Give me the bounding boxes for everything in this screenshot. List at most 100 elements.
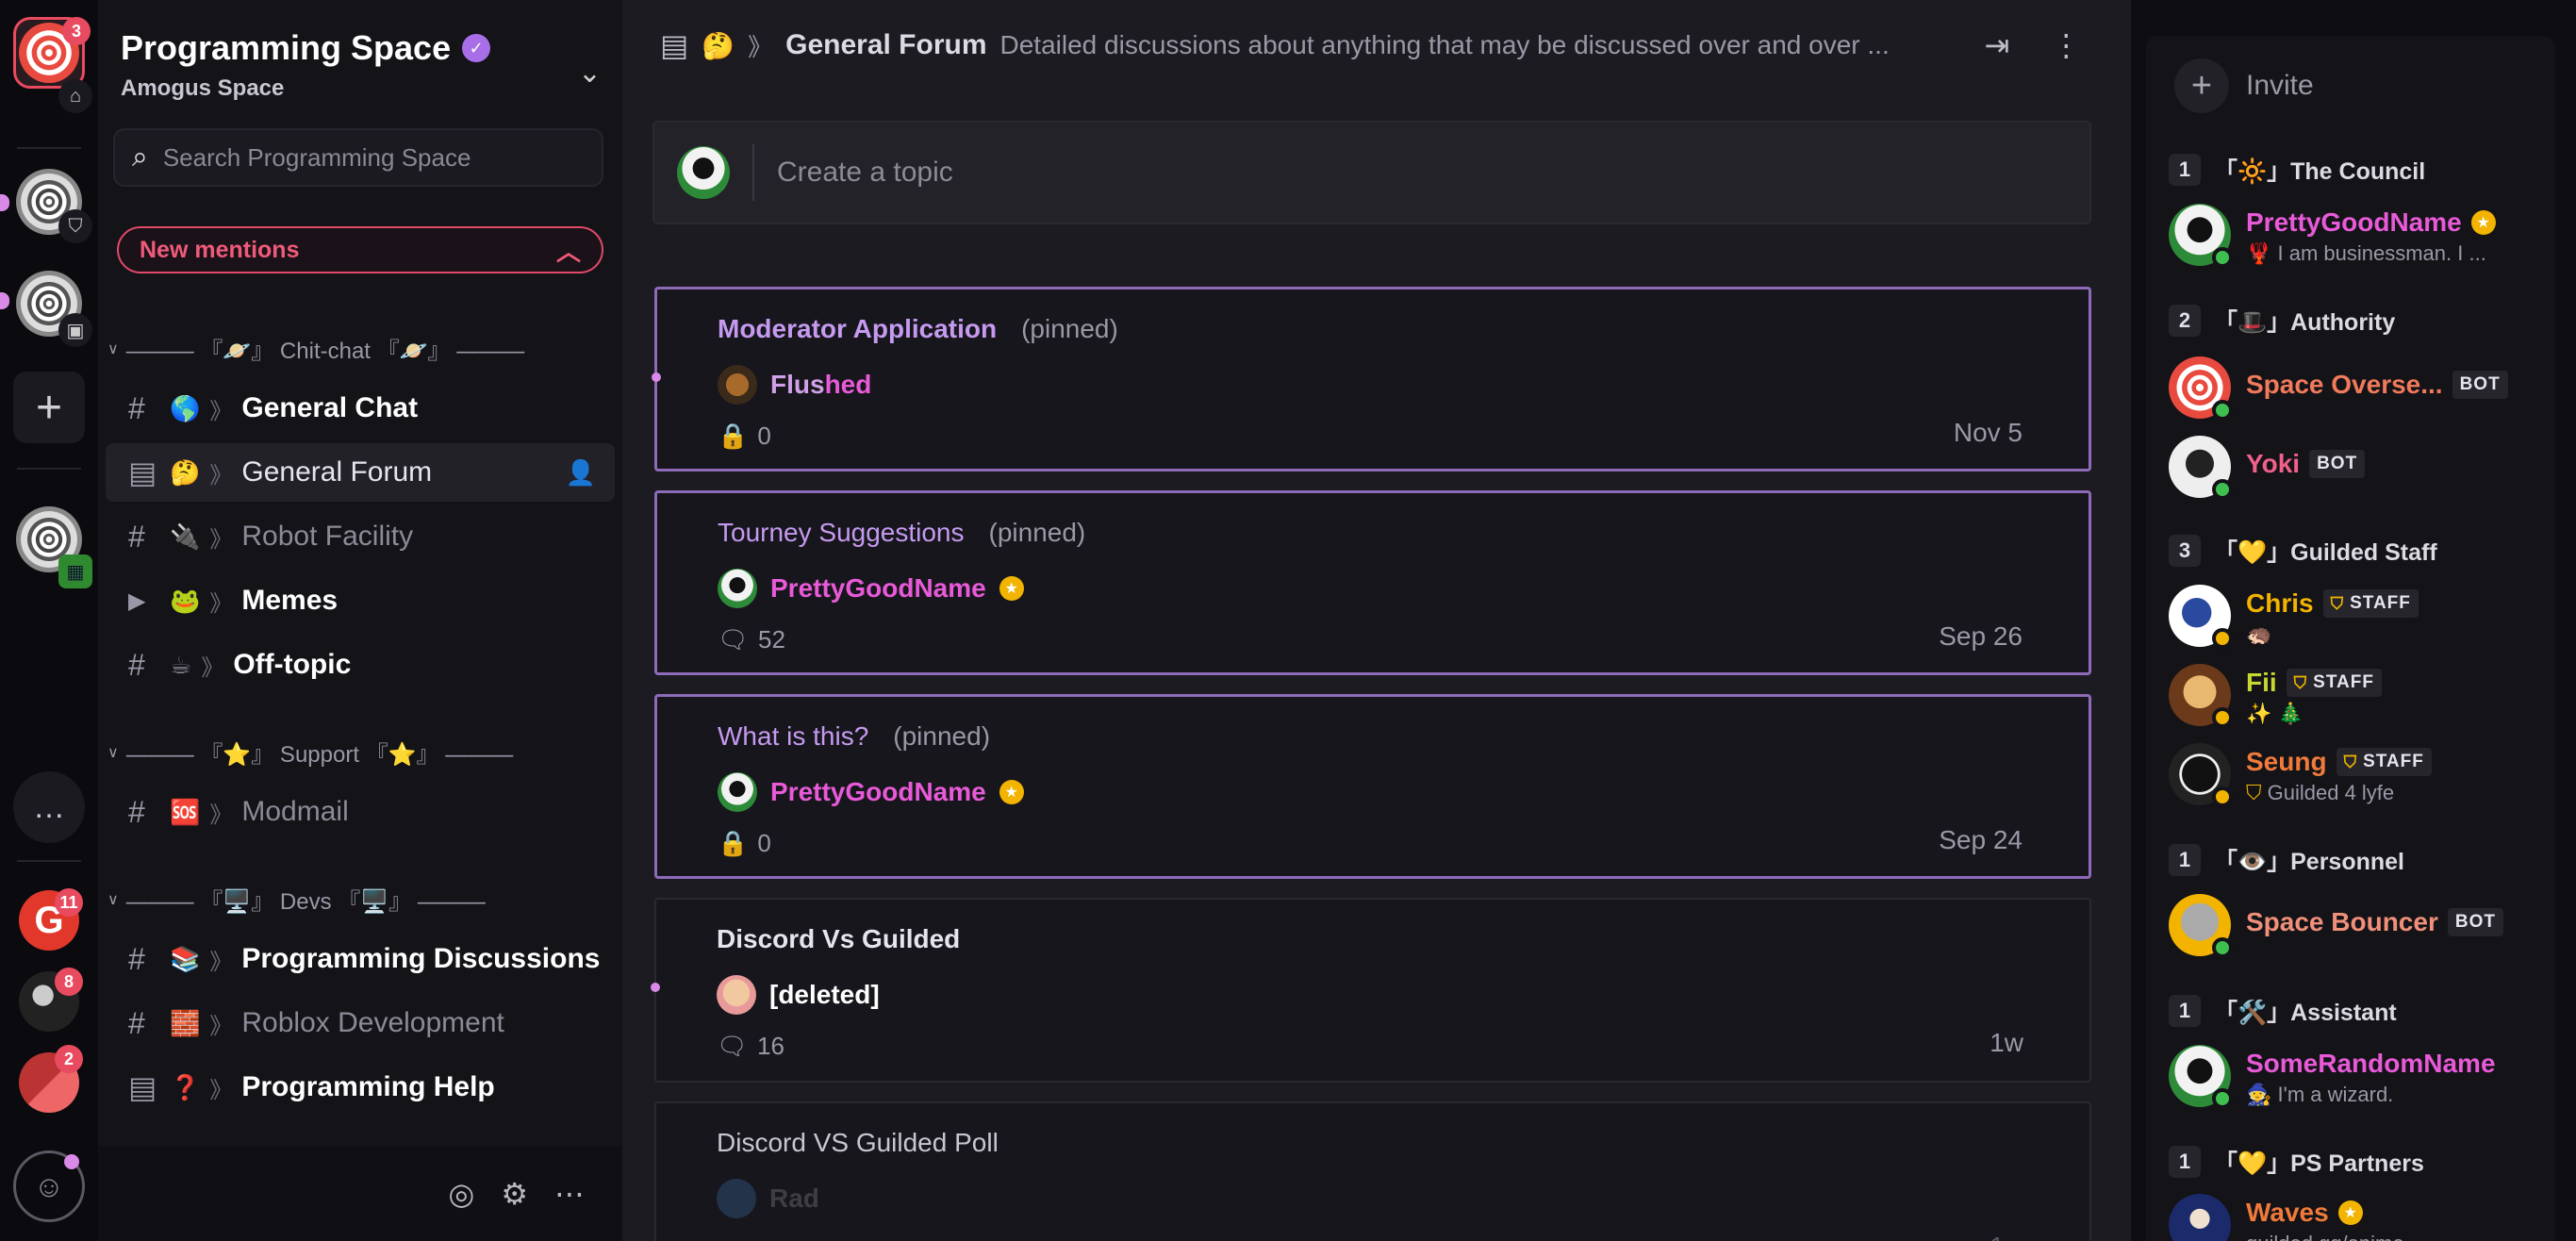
role-count: 1 [2169,1146,2201,1178]
member-list: + Invite 1 「🔆」The Council PrettyGoodName ★ … [2146,36,2555,1241]
member-item[interactable]: Space Overse... BOT [2169,356,2546,422]
idle-status-dot [2212,786,2233,807]
home-badge: 3 [62,17,91,45]
role-header[interactable]: 1 「🛠️」Assistant [2169,994,2397,1028]
text-channel-icon: # [128,519,145,554]
text-channel-icon: # [128,390,145,425]
online-dot [64,1154,79,1169]
member-item[interactable]: Space Bouncer BOT [2169,894,2546,960]
media-channel-icon: ▶ [128,587,146,614]
author-avatar [718,365,757,405]
member-name: Waves [2246,1198,2329,1227]
search-icon: ⌕ [132,141,148,173]
search-input[interactable]: ⌕ Search Programming Space [113,128,603,187]
add-user-icon[interactable]: 👤 [566,458,596,488]
comment-icon: 🗨 [718,625,750,654]
category-label: ——— 『🪐』 Chit-chat 『🪐』 ——— [125,339,525,364]
forum-channel-icon: ▤ [128,455,157,489]
author-name: PrettyGoodName [770,777,986,806]
channel-separator: 》 [209,949,233,975]
channel-name: Off-topic [233,649,352,680]
search-placeholder: Search Programming Space [162,142,471,172]
new-mentions-button[interactable]: New mentions ︿ [117,226,603,273]
more-icon[interactable]: ⋯ [554,1176,585,1212]
create-topic-input[interactable]: Create a topic [652,121,2091,224]
staff-tag-label: STAFF [2363,752,2424,771]
channel-emoji: 🤔 [702,30,735,60]
gold-badge-icon: ★ [999,576,1024,601]
channel-name: Roblox Development [241,1007,504,1038]
topic-date: Nov 5 [1953,418,2023,447]
channel-programming-discussions[interactable]: # 📚 》 Programming Discussions [106,930,615,988]
add-server-button[interactable]: + [13,372,85,443]
idle-status-dot [2212,707,2233,728]
role-name: 「💛」PS Partners [2214,1150,2424,1177]
channel-emoji: 🔌 [170,521,201,551]
channel-emoji: 📚 [170,944,201,973]
member-item[interactable]: Seung ⛉ STAFF ⛉ Guilded 4 lyfe [2169,743,2546,809]
member-item[interactable]: PrettyGoodName ★ 🦞 I am businessman. I ..… [2169,204,2546,270]
rail-divider [17,468,81,470]
server-subtitle: Amogus Space [121,75,285,101]
staff-tag-label: STAFF [2350,593,2411,613]
gear-icon[interactable]: ⚙ [501,1176,528,1212]
channel-general-forum[interactable]: ▤ 🤔 》 General Forum 👤 [106,443,615,502]
mentions-icon[interactable]: ◎ [448,1176,474,1212]
topic-card[interactable]: Tourney Suggestions (pinned) PrettyGoodNa… [654,490,2091,675]
gold-badge-icon: ★ [999,780,1024,804]
category-chit-chat[interactable]: ∨ ——— 『🪐』 Chit-chat 『🪐』 ——— [107,332,524,365]
author-name: Flushed [770,370,871,400]
channel-roblox-development[interactable]: # 🧱 》 Roblox Development [106,994,615,1052]
member-item[interactable]: Chris ⛉ STAFF 🦔 [2169,585,2546,651]
channel-name: General Chat [241,392,419,423]
member-item[interactable]: SomeRandomName 🧙 I'm a wizard. [2169,1045,2546,1111]
channel-sidebar: Programming Space ✓ Amogus Space ⌄ ⌕ Sear… [98,0,622,1241]
author-name: Rad [769,1183,819,1213]
role-name: 「🛠️」Assistant [2214,1000,2397,1026]
topic-card[interactable]: Discord Vs Guilded [deleted] 🗨 16 1w [651,898,2091,1083]
more-vertical-icon[interactable]: ⋮ [2051,27,2081,63]
channel-separator: 》 [209,590,233,617]
chevron-down-icon: ∨ [107,340,119,357]
server-badge: 8 [55,968,83,996]
member-item[interactable]: Waves ★ guilded.gg/anime [2169,1194,2546,1241]
channel-programming-help[interactable]: ▤ ❓ 》 Programming Help [106,1058,615,1117]
role-header[interactable]: 1 「👁️」Personnel [2169,843,2404,877]
channel-header: ▤ 🤔 》 General Forum Detailed discussions… [622,0,2131,91]
unread-indicator [651,983,660,992]
channel-memes[interactable]: ▶ 🐸 》 Memes [106,571,615,630]
channel-robot-facility[interactable]: # 🔌 》 Robot Facility [106,507,615,566]
member-item[interactable]: Yoki BOT [2169,436,2546,502]
topic-card[interactable]: Moderator Application (pinned) Flushed 🔒 0… [652,287,2091,472]
new-mentions-label: New mentions [140,236,300,263]
channel-emoji: 🌎 [170,393,201,422]
topic-card[interactable]: Discord VS Guilded Poll Rad 1w [654,1101,2091,1241]
member-item[interactable]: Fii ⛉ STAFF ✨ 🎄 [2169,664,2546,730]
member-name: Space Bouncer [2246,907,2438,936]
comment-icon: 🗨 [717,1032,749,1060]
role-header[interactable]: 3 「💛」Guilded Staff [2169,534,2437,568]
role-header[interactable]: 1 「🔆」The Council [2169,153,2425,187]
server-header[interactable]: Programming Space ✓ Amogus Space ⌄ [121,28,611,113]
channel-name: Modmail [241,796,349,827]
server-badge: 11 [55,888,83,917]
channel-off-topic[interactable]: # ☕ 》 Off-topic [106,636,615,694]
channel-modmail[interactable]: # 🆘 》 Modmail [106,783,615,841]
role-header[interactable]: 1 「💛」PS Partners [2169,1145,2424,1179]
topic-card[interactable]: What is this? (pinned) PrettyGoodName ★ 🔒 0… [654,694,2091,879]
collapse-panel-icon[interactable]: ⇥ [1985,27,2010,63]
verified-icon: ✓ [462,34,491,62]
role-header[interactable]: 2 「🎩」Authority [2169,304,2395,338]
member-status: ✨ 🎄 [2246,702,2304,725]
author-name: [deleted] [769,980,880,1009]
chat-bubble-button[interactable]: … [13,771,85,843]
chevron-down-icon[interactable]: ⌄ [578,57,602,90]
member-status-text: Guilded 4 lyfe [2267,781,2395,804]
invite-button[interactable]: + Invite [2174,58,2314,113]
category-support[interactable]: ∨ ——— 『⭐』 Support 『⭐』 ——— [107,736,513,769]
topic-title: Discord VS Guilded Poll [717,1128,999,1157]
role-count: 1 [2169,154,2201,186]
channel-general-chat[interactable]: # 🌎 》 General Chat [106,379,615,438]
category-devs[interactable]: ∨ ——— 『🖥️』 Devs 『🖥️』 ——— [107,883,486,916]
channel-name: Memes [241,585,339,616]
